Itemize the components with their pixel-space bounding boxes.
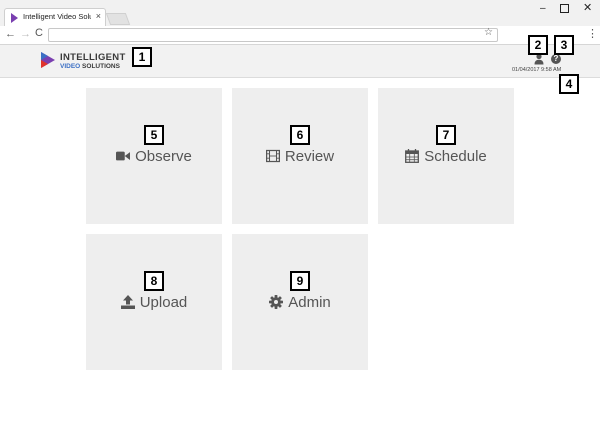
tile-admin-content: Admin: [232, 234, 368, 370]
timestamp: 01/04/2017 9:58 AM: [512, 67, 562, 73]
tile-upload-content: Upload: [86, 234, 222, 370]
window-close-button[interactable]: ✕: [583, 1, 592, 14]
app-header: INTELLIGENT VIDEO SOLUTIONS: [0, 45, 600, 78]
callout-2: 2: [528, 35, 548, 55]
new-tab-button[interactable]: [105, 13, 131, 25]
film-icon: [265, 149, 280, 163]
forward-button[interactable]: →: [20, 28, 31, 40]
address-bar[interactable]: ☆: [48, 27, 498, 42]
window-maximize-button[interactable]: [560, 4, 569, 13]
back-button[interactable]: ←: [5, 28, 16, 40]
tile-observe-content: Observe: [86, 88, 222, 224]
tile-review[interactable]: Review: [232, 88, 368, 224]
callout-9: 9: [290, 271, 310, 291]
video-camera-icon: [116, 151, 131, 161]
tile-schedule[interactable]: Schedule: [378, 88, 514, 224]
logo[interactable]: INTELLIGENT VIDEO SOLUTIONS: [40, 50, 140, 72]
callout-3: 3: [554, 35, 574, 55]
tile-review-content: Review: [232, 88, 368, 224]
browser-toolbar: ← → C ☆ ⋮: [0, 26, 600, 45]
callout-5: 5: [144, 125, 164, 145]
callout-4: 4: [559, 74, 579, 94]
logo-wordmark-top: INTELLIGENT: [60, 52, 126, 63]
logo-word-solutions: SOLUTIONS: [82, 63, 120, 70]
tile-observe-label: Observe: [135, 147, 192, 165]
logo-word-video: VIDEO: [60, 63, 81, 70]
callout-7: 7: [436, 125, 456, 145]
favicon-icon: [11, 13, 18, 23]
upload-icon: [120, 295, 135, 309]
bookmark-star-icon[interactable]: ☆: [484, 27, 493, 38]
help-icon[interactable]: ?: [551, 54, 561, 64]
logo-mark-icon: [41, 52, 55, 68]
browser-menu-button[interactable]: ⋮: [587, 27, 598, 40]
tile-admin-label: Admin: [288, 293, 331, 311]
browser-titlebar: Intelligent Video Solutio × – ✕: [0, 0, 600, 27]
callout-1: 1: [132, 47, 152, 67]
tab-close-button[interactable]: ×: [96, 11, 101, 21]
tab-title: Intelligent Video Solutio: [23, 12, 91, 21]
reload-button[interactable]: C: [35, 27, 43, 39]
tile-upload-label: Upload: [139, 293, 188, 311]
tile-admin[interactable]: Admin: [232, 234, 368, 370]
gear-icon: [269, 295, 284, 309]
callout-8: 8: [144, 271, 164, 291]
window-minimize-button[interactable]: –: [540, 3, 546, 14]
tile-review-label: Review: [284, 147, 335, 165]
tile-schedule-content: Schedule: [378, 88, 514, 224]
browser-tab[interactable]: Intelligent Video Solutio ×: [4, 8, 106, 27]
tile-observe[interactable]: Observe: [86, 88, 222, 224]
calendar-icon: [405, 149, 420, 163]
logo-wordmark-bottom: VIDEO SOLUTIONS: [60, 63, 120, 70]
tile-schedule-label: Schedule: [424, 147, 487, 165]
callout-6: 6: [290, 125, 310, 145]
tile-upload[interactable]: Upload: [86, 234, 222, 370]
